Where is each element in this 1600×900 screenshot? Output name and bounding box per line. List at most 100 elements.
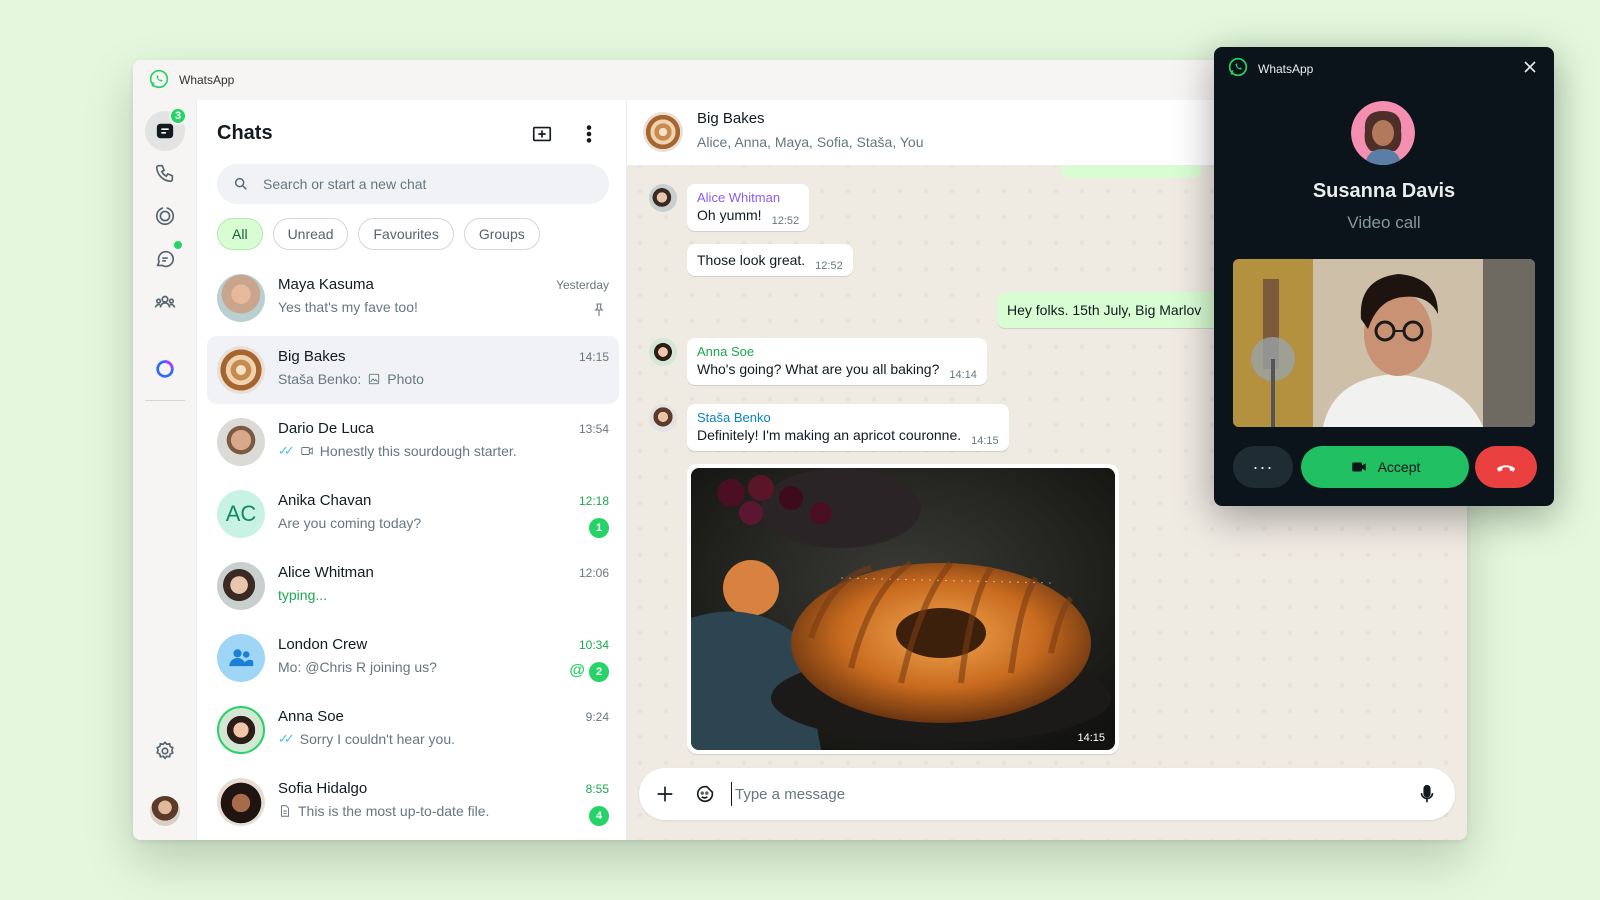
new-chat-icon (532, 126, 552, 142)
chat-preview: This is the most up-to-date file. (278, 803, 489, 819)
sticker-button[interactable] (691, 780, 719, 808)
chat-preview: Are you coming today? (278, 515, 422, 531)
close-call-window-button[interactable] (1520, 57, 1540, 77)
channels-nav-button[interactable] (145, 239, 185, 279)
double-check-icon: ✓✓ (278, 731, 295, 746)
avatar (217, 274, 265, 322)
chat-item-dario-de-luca[interactable]: Dario De Luca 13:54 ✓✓ Honestly this sou… (207, 408, 619, 476)
accept-label: Accept (1377, 459, 1421, 475)
sticker-icon (696, 785, 714, 803)
preview-text: Photo (387, 371, 424, 387)
avatar (217, 706, 265, 754)
couronne-photo[interactable]: 14:15 (691, 468, 1115, 750)
chat-item-alice-whitman[interactable]: Alice Whitman 12:06 typing... (207, 552, 619, 620)
chat-item-sofia-hidalgo[interactable]: Sofia Hidalgo 8:55 This is the most up-t… (207, 768, 619, 836)
sender-avatar (649, 338, 677, 366)
chat-preview: ✓✓ Honestly this sourdough starter. (278, 443, 517, 459)
bread-image (691, 468, 1115, 750)
message-sender: Alice Whitman (697, 190, 781, 205)
channels-dot (174, 241, 182, 249)
app-title: WhatsApp (179, 73, 235, 87)
group-icon (229, 649, 254, 667)
caller-avatar (1351, 101, 1415, 165)
sender-avatar (649, 404, 677, 432)
conversation-title: Big Bakes (697, 110, 765, 127)
avatar (217, 634, 265, 682)
avatar (217, 778, 265, 826)
search-input[interactable]: Search or start a new chat (217, 164, 609, 204)
filter-all[interactable]: All (217, 218, 263, 250)
microphone-icon (1420, 784, 1434, 803)
chat-item-maya-kasuma[interactable]: Maya Kasuma Yesterday Yes that's my fave… (207, 264, 619, 332)
whatsapp-logo-icon (1228, 57, 1248, 80)
message-bubble[interactable]: Alice Whitman Oh yumm! 12:52 (687, 184, 810, 231)
chat-list-menu-button[interactable] (575, 120, 603, 148)
sender-avatar (649, 184, 677, 212)
chat-name: Dario De Luca (278, 420, 374, 437)
message-input[interactable] (731, 782, 1381, 806)
message-time: 12:52 (771, 215, 800, 227)
document-icon (278, 804, 292, 818)
search-placeholder: Search or start a new chat (263, 176, 427, 192)
message-text: Who's going? What are you all baking? (697, 361, 940, 377)
chat-item-anna-soe[interactable]: Anna Soe 9:24 ✓✓ Sorry I couldn't hear y… (207, 696, 619, 764)
chat-name: London Crew (278, 636, 368, 653)
message-text: Oh yumm! (697, 207, 762, 223)
previous-outgoing-bubble (1061, 166, 1201, 178)
avatar: AC (217, 490, 265, 538)
more-vertical-icon (586, 125, 592, 143)
accept-call-button[interactable]: Accept (1301, 446, 1469, 488)
rail-divider (145, 400, 185, 401)
preview-text: Sorry I couldn't hear you. (299, 731, 455, 747)
meta-ai-button[interactable] (145, 349, 185, 389)
attach-button[interactable] (651, 780, 679, 808)
filter-favourites[interactable]: Favourites (358, 218, 454, 250)
settings-button[interactable] (145, 731, 185, 771)
voice-button[interactable] (1413, 780, 1441, 808)
chats-unread-badge: 3 (169, 107, 187, 125)
chat-item-anika-chavan[interactable]: AC Anika Chavan 12:18 Are you coming tod… (207, 480, 619, 548)
chat-name: Maya Kasuma (278, 276, 374, 293)
message-bubble[interactable]: Those look great. 12:52 (687, 244, 853, 276)
chat-item-big-bakes[interactable]: Big Bakes 14:15 Staša Benko: Photo (207, 336, 619, 404)
hang-up-icon (1496, 465, 1516, 472)
profile-avatar[interactable] (150, 796, 180, 826)
chat-list-panel: Chats Search or start a new chat All Unr… (197, 100, 627, 840)
nav-rail: 3 (133, 100, 197, 840)
message-bubble[interactable]: Staša Benko Definitely! I'm making an ap… (687, 404, 1009, 451)
chats-heading: Chats (217, 122, 273, 144)
call-more-options-button[interactable]: ··· (1233, 446, 1293, 488)
unread-badge: 4 (589, 806, 609, 826)
phone-icon (155, 164, 174, 183)
filter-groups[interactable]: Groups (463, 218, 540, 250)
message-bubble[interactable]: Anna Soe Who's going? What are you all b… (687, 338, 987, 385)
chat-preview: ✓✓ Sorry I couldn't hear you. (278, 731, 455, 747)
incoming-call-window: WhatsApp Susanna Davis Video call ··· Ac… (1214, 47, 1554, 506)
chat-item-london-crew[interactable]: London Crew 10:34 Mo: @Chris R joining u… (207, 624, 619, 692)
chat-name: Anna Soe (278, 708, 344, 725)
new-chat-button[interactable] (528, 120, 556, 148)
status-nav-button[interactable] (145, 196, 185, 236)
video-icon (300, 444, 314, 458)
photo-message[interactable]: 14:15 (687, 464, 1119, 754)
message-text: Hey folks. 15th July, Big Marlov (1007, 302, 1202, 318)
decline-call-button[interactable] (1475, 446, 1537, 488)
message-text: Definitely! I'm making an apricot couron… (697, 427, 962, 443)
filter-unread[interactable]: Unread (272, 218, 349, 250)
calls-nav-button[interactable] (145, 153, 185, 193)
mention-icon: @ (569, 662, 585, 679)
group-avatar (643, 112, 683, 152)
communities-icon (154, 295, 176, 308)
chat-time: 9:24 (585, 710, 609, 724)
chats-nav-button[interactable]: 3 (145, 107, 187, 151)
double-check-icon: ✓✓ (278, 443, 295, 458)
unread-badge: 1 (589, 518, 609, 538)
filter-chips: All Unread Favourites Groups (217, 218, 540, 250)
meta-ai-icon (156, 360, 174, 378)
communities-nav-button[interactable] (145, 282, 185, 322)
avatar-initials: AC (225, 501, 257, 526)
avatar (217, 346, 265, 394)
conversation-members: Alice, Anna, Maya, Sofia, Staša, You (697, 134, 924, 150)
video-camera-icon (1351, 462, 1366, 472)
preview-sender: Staša Benko: (278, 371, 362, 387)
